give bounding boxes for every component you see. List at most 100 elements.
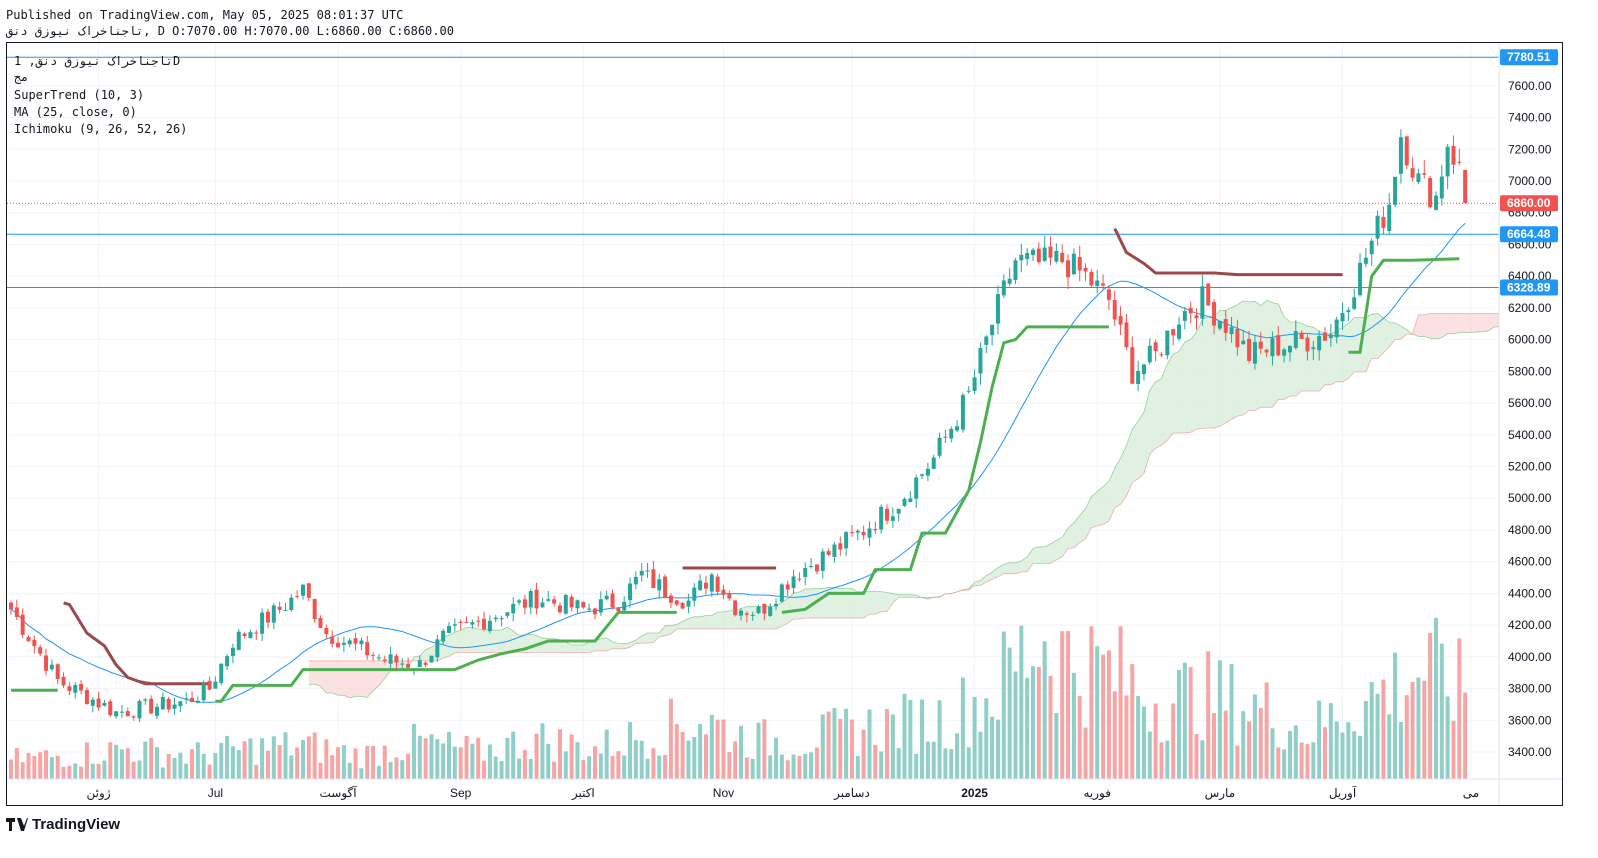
volume-bar	[330, 755, 335, 779]
candle-body	[131, 716, 136, 718]
candle-body	[90, 699, 95, 706]
candle-body	[470, 622, 475, 625]
cloud-segment	[1342, 323, 1349, 382]
volume-bar	[511, 731, 516, 779]
candle	[645, 562, 650, 578]
cloud-segment	[746, 606, 753, 629]
candle	[768, 603, 773, 617]
volume-bar	[1363, 700, 1368, 779]
candle-body	[540, 602, 545, 608]
hline-price-badge-text: 6664.48	[1507, 227, 1551, 241]
legend-ma[interactable]: MA (25, close, 0)	[14, 105, 137, 119]
candle-body	[1007, 278, 1012, 284]
candle-body	[651, 569, 656, 589]
cloud-segment	[501, 627, 508, 653]
cloud-segment	[1330, 331, 1337, 385]
candle-body	[155, 706, 159, 716]
candle-body	[902, 498, 907, 506]
candle-body	[779, 584, 784, 602]
grid	[7, 43, 1499, 779]
volume-bar	[1334, 721, 1339, 779]
cloud-segment	[1097, 486, 1104, 527]
candle	[1323, 327, 1327, 342]
candle	[1182, 306, 1187, 330]
candle	[721, 584, 726, 600]
candle-body	[692, 587, 697, 601]
chart-frame[interactable]: 3400.00 3600.00 3800.00 4000.00 4200.00 4400.…	[6, 42, 1598, 806]
price-tick-label: 6200.00	[1508, 301, 1552, 315]
cloud-segment	[1424, 313, 1431, 339]
cloud-segment	[723, 610, 730, 629]
candle-body	[1235, 328, 1240, 348]
volume-bar	[236, 750, 241, 779]
candle-body	[38, 647, 43, 654]
tradingview-logo[interactable]: TradingView	[6, 814, 120, 834]
volume-bar	[1445, 696, 1450, 779]
cloud-segment	[694, 616, 701, 629]
candle	[32, 635, 37, 654]
candle	[248, 629, 253, 639]
volume-bar	[166, 754, 171, 779]
candle-body	[230, 647, 235, 656]
time-tick-label: 2025	[961, 786, 988, 800]
cloud-segment	[1173, 351, 1179, 434]
candle	[1381, 206, 1386, 235]
candle	[733, 599, 738, 617]
candle	[137, 699, 142, 723]
candle-body	[324, 627, 329, 635]
candle	[359, 637, 364, 651]
candle	[79, 680, 84, 695]
candle	[674, 599, 679, 607]
candle-body	[464, 622, 469, 624]
candle-body	[143, 699, 148, 701]
volume-bar	[271, 736, 276, 779]
cloud-segment	[618, 643, 625, 649]
volume-bar	[966, 747, 971, 779]
candle-body	[733, 600, 738, 616]
legend-ichimoku[interactable]: Ichimoku (9, 26, 52, 26)	[14, 122, 187, 136]
candle	[1340, 302, 1345, 330]
volume-bar	[341, 745, 346, 779]
candle-body	[260, 612, 265, 634]
volume-bar	[972, 696, 977, 779]
volume-bar	[1060, 631, 1065, 779]
candle	[119, 704, 124, 718]
candle	[96, 692, 101, 711]
candle	[984, 335, 989, 354]
candle	[84, 687, 89, 705]
legend-supertrend[interactable]: SuperTrend (10, 3)	[14, 88, 144, 102]
volume-bar	[108, 742, 113, 779]
cloud-segment	[489, 629, 496, 653]
candle-body	[1223, 318, 1228, 333]
candle	[814, 564, 819, 575]
volume-bar	[1031, 666, 1035, 779]
volume-bar	[855, 755, 860, 779]
candle-body	[1083, 267, 1088, 272]
volume-bar	[67, 765, 72, 779]
volume-bar	[920, 699, 925, 779]
candle	[90, 697, 95, 713]
candle-body	[388, 654, 393, 664]
volume-bar	[417, 735, 422, 779]
volume-bar	[283, 732, 288, 779]
volume-bar	[1101, 654, 1106, 779]
volume-bar	[1258, 707, 1263, 779]
cloud-segment	[647, 632, 654, 644]
volume-bar	[306, 736, 311, 779]
candle-body	[622, 601, 627, 611]
candle-body	[1071, 253, 1076, 275]
ma-line	[10, 223, 1466, 703]
volume-bar	[458, 747, 463, 779]
candle-body	[149, 698, 154, 714]
candle-body	[534, 589, 539, 609]
volume-bar	[1381, 679, 1386, 779]
price-chart[interactable]: 3400.00 3600.00 3800.00 4000.00 4200.00 4400.…	[7, 43, 1598, 805]
cloud-segment	[1447, 313, 1454, 334]
candle-body	[55, 664, 60, 680]
candle-body	[49, 664, 54, 670]
volume-bar	[949, 749, 954, 779]
volume-bar	[219, 742, 224, 779]
candle-body	[1206, 283, 1211, 306]
candle-body	[563, 595, 568, 614]
supertrend-line	[11, 227, 1460, 703]
